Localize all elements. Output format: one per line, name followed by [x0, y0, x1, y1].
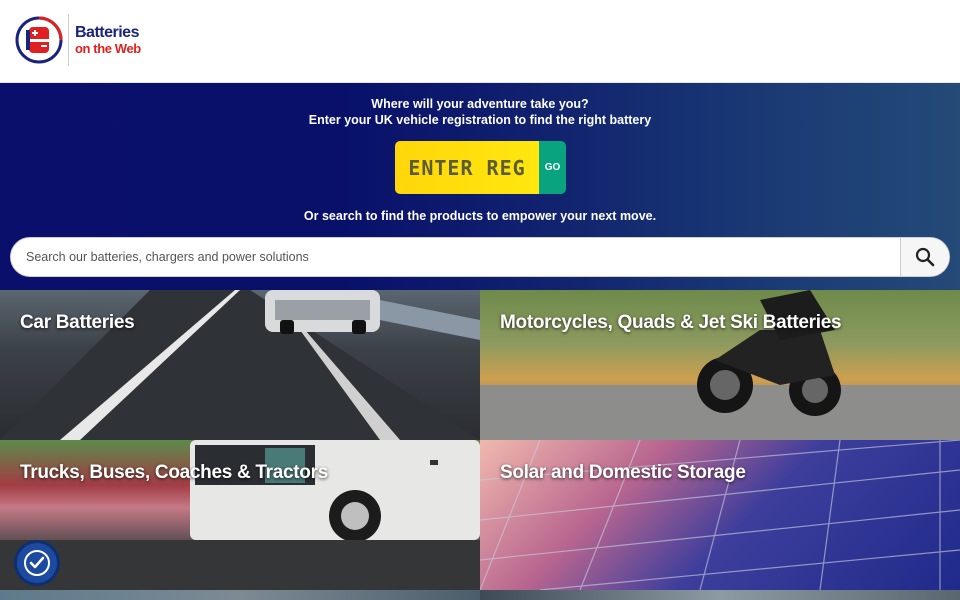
accessibility-icon	[24, 550, 50, 576]
site-logo[interactable]: Batteries on the Web	[14, 12, 154, 68]
category-tile-solar[interactable]: Solar and Domestic Storage	[480, 440, 960, 590]
logo-icon	[14, 15, 64, 65]
logo-line-2: on the Web	[75, 41, 141, 56]
category-tile-partial[interactable]	[0, 590, 480, 600]
search-bar: Search our batteries, chargers and power…	[10, 237, 950, 277]
search-input[interactable]: Search our batteries, chargers and power…	[11, 238, 900, 276]
search-icon	[915, 247, 935, 267]
logo-line-1: Batteries	[75, 24, 139, 41]
go-button[interactable]: GO	[539, 141, 566, 194]
reg-lookup: ENTER REG GO	[395, 141, 566, 194]
reg-input[interactable]: ENTER REG	[395, 141, 539, 194]
search-prompt: Or search to find the products to empowe…	[303, 209, 657, 223]
hero-headline: Where will your adventure take you?	[371, 97, 589, 111]
category-title: Motorcycles, Quads & Jet Ski Batteries	[500, 312, 842, 333]
hero-subheadline: Enter your UK vehicle registration to fi…	[308, 113, 652, 127]
accessibility-button[interactable]	[14, 540, 60, 586]
category-tile-motorcycle[interactable]: Motorcycles, Quads & Jet Ski Batteries	[480, 290, 960, 440]
category-tile-partial[interactable]	[480, 590, 960, 600]
site-header: Batteries on the Web	[0, 0, 960, 83]
search-button[interactable]	[900, 238, 949, 276]
logo-divider	[68, 14, 69, 66]
category-title: Trucks, Buses, Coaches & Tractors	[20, 462, 328, 483]
category-title: Car Batteries	[20, 312, 135, 333]
hero-banner: Where will your adventure take you? Ente…	[0, 83, 960, 290]
logo-wordmark: Batteries on the Web	[75, 24, 141, 56]
category-title: Solar and Domestic Storage	[500, 462, 746, 483]
category-tile-truck[interactable]: Trucks, Buses, Coaches & Tractors	[0, 440, 480, 590]
category-tile-car[interactable]: Car Batteries	[0, 290, 480, 440]
